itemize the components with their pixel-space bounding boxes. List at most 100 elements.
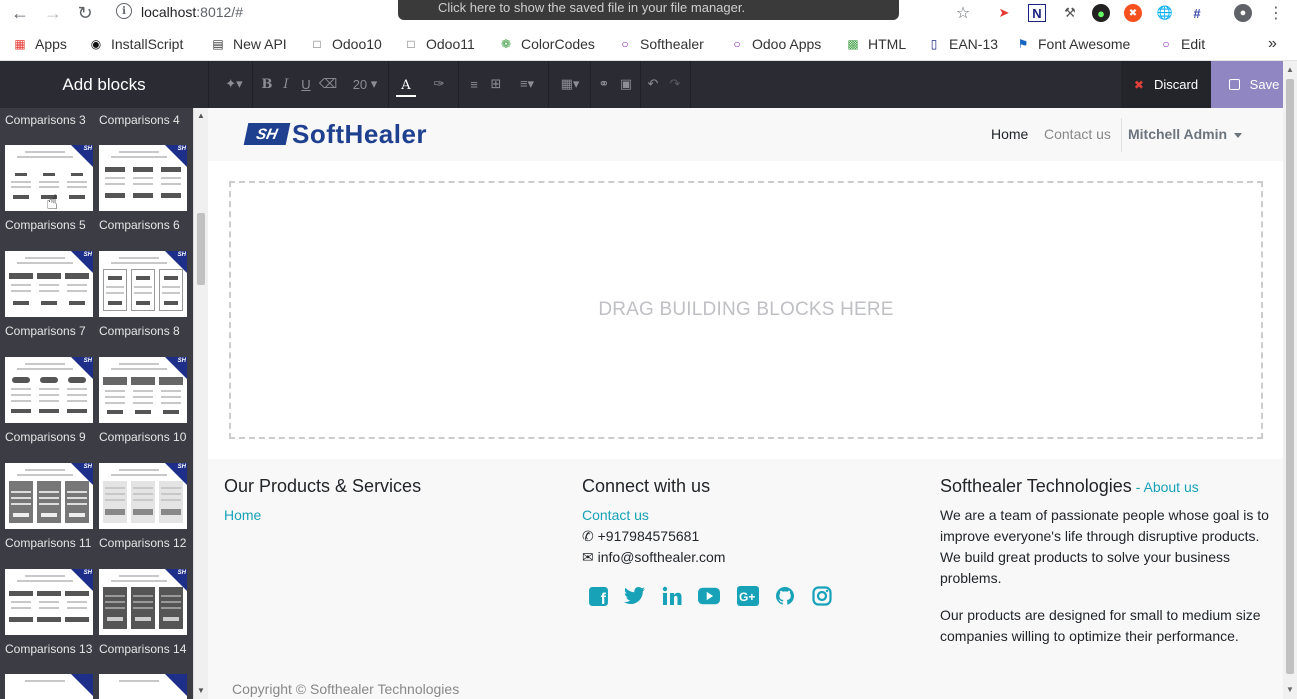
- softhealer-badge: SH: [83, 464, 92, 470]
- block-thumbnail-partial[interactable]: [5, 674, 93, 699]
- nav-divider: [1121, 118, 1122, 152]
- extension-globe-icon[interactable]: 🌐: [1156, 4, 1174, 22]
- eraser-icon[interactable]: ⌫: [319, 75, 337, 93]
- nav-home-link[interactable]: Home: [991, 126, 1028, 142]
- softhealer-badge: SH: [83, 252, 92, 258]
- softhealer-badge: SH: [177, 570, 186, 576]
- block-thumbnail-comparisons-7[interactable]: SH: [5, 251, 93, 317]
- bookmark-softhealer[interactable]: ○ Softhealer: [617, 35, 703, 53]
- footer-about-text-2: Our products are designed for small to m…: [940, 607, 1261, 644]
- highlight-brush-icon[interactable]: ✑: [430, 75, 448, 93]
- footer-email[interactable]: ✉ info@softhealer.com: [582, 547, 725, 568]
- bookmark-installscript[interactable]: ◉ InstallScript: [88, 35, 184, 53]
- image-icon[interactable]: ▣: [618, 75, 634, 93]
- footer-contact-link[interactable]: Contact us: [582, 505, 649, 526]
- facebook-icon[interactable]: f: [587, 585, 609, 607]
- align-icon[interactable]: ≡▾: [512, 75, 542, 93]
- footer-connect-title: Connect with us: [582, 476, 711, 496]
- bookmark-odoo10[interactable]: □ Odoo10: [309, 35, 381, 53]
- page-scrollbar[interactable]: ▲ ▼: [1283, 61, 1297, 699]
- underline-icon[interactable]: U: [299, 75, 313, 93]
- bullet-list-icon[interactable]: ≡: [466, 75, 482, 93]
- redo-icon[interactable]: ↷: [667, 75, 683, 93]
- sidebar-title: Add blocks: [62, 74, 146, 94]
- block-thumbnail-comparisons-6[interactable]: SH: [99, 145, 187, 211]
- extension-x-icon[interactable]: ✖: [1124, 4, 1142, 22]
- api-icon: ▤: [212, 37, 224, 51]
- bookmark-odoo-apps[interactable]: ○ Odoo Apps: [729, 35, 821, 53]
- sidebar-scrollbar[interactable]: ▲ ▼: [193, 108, 208, 699]
- bookmark-font-awesome[interactable]: ⚑ Font Awesome: [1015, 35, 1131, 53]
- site-footer: Our Products & Services Home Connect wit…: [208, 459, 1283, 699]
- block-thumbnail-comparisons-12[interactable]: SH: [99, 463, 187, 529]
- profile-avatar-icon[interactable]: ●: [1234, 4, 1252, 22]
- discard-button[interactable]: ✖ Discard: [1121, 61, 1211, 108]
- bookmark-star-icon[interactable]: ☆: [954, 4, 972, 22]
- save-disk-icon: [1228, 79, 1240, 90]
- back-arrow-icon[interactable]: ←: [8, 2, 32, 24]
- bookmark-html[interactable]: ▩ HTML: [845, 35, 906, 53]
- download-toast[interactable]: Click here to show the saved file in you…: [398, 0, 899, 20]
- bookmark-edit[interactable]: ○ Edit: [1158, 35, 1205, 53]
- scrollbar-thumb[interactable]: [1286, 79, 1294, 674]
- more-bookmarks-icon[interactable]: »: [1268, 35, 1277, 53]
- drop-zone[interactable]: DRAG BUILDING BLOCKS HERE: [229, 181, 1263, 439]
- extension-grid-icon[interactable]: #: [1188, 4, 1206, 22]
- footer-about-link[interactable]: About us: [1143, 479, 1198, 495]
- toolbar-divider: [388, 61, 389, 108]
- instagram-icon[interactable]: [811, 585, 833, 607]
- nav-contact-link[interactable]: Contact us: [1044, 126, 1111, 142]
- table-icon[interactable]: ▦▾: [556, 75, 584, 93]
- block-thumbnail-comparisons-8[interactable]: SH: [99, 251, 187, 317]
- block-thumbnail-comparisons-14[interactable]: SH: [99, 569, 187, 635]
- bold-icon[interactable]: B: [260, 75, 274, 93]
- site-info-icon[interactable]: i: [116, 3, 132, 19]
- github-icon[interactable]: [774, 585, 796, 607]
- google-plus-icon[interactable]: G+: [737, 585, 759, 607]
- block-thumbnail-partial[interactable]: [99, 674, 187, 699]
- bookmark-odoo11[interactable]: □ Odoo11: [403, 35, 474, 53]
- scroll-down-arrow-icon[interactable]: ▼: [1286, 685, 1294, 694]
- scroll-up-arrow-icon[interactable]: ▲: [197, 111, 205, 120]
- block-thumbnail-comparisons-10[interactable]: SH: [99, 357, 187, 423]
- extension-tools-icon[interactable]: ⚒: [1061, 4, 1079, 22]
- html-icon: ▩: [847, 37, 859, 51]
- footer-home-link[interactable]: Home: [224, 505, 261, 526]
- undo-icon[interactable]: ↶: [645, 75, 661, 93]
- block-thumbnail-comparisons-11[interactable]: SH: [5, 463, 93, 529]
- softhealer-logo[interactable]: SH SoftHealer: [243, 119, 427, 149]
- extension-icon[interactable]: ➤: [995, 4, 1013, 22]
- block-label: Comparisons 5: [5, 218, 86, 232]
- forward-arrow-icon[interactable]: →: [41, 2, 65, 24]
- italic-icon[interactable]: I: [280, 75, 292, 93]
- address-bar[interactable]: localhost:8012/#: [141, 4, 243, 20]
- extension-gauge-icon[interactable]: ●: [1092, 4, 1110, 22]
- font-color-icon[interactable]: A: [396, 75, 416, 97]
- bookmark-new-api[interactable]: ▤ New API: [210, 35, 286, 53]
- bookmark-ean13[interactable]: ▯ EAN-13: [926, 35, 998, 53]
- scroll-up-arrow-icon[interactable]: ▲: [1286, 65, 1294, 74]
- github-icon: ◉: [90, 37, 102, 51]
- block-thumbnail-comparisons-9[interactable]: SH: [5, 357, 93, 423]
- link-icon[interactable]: ⚭: [596, 75, 612, 93]
- user-menu-dropdown[interactable]: Mitchell Admin: [1128, 126, 1243, 142]
- scrollbar-thumb[interactable]: [197, 213, 205, 285]
- blocks-sidebar: Comparisons 3 Comparisons 4 SH SH Compar…: [0, 108, 208, 699]
- close-icon: ✖: [1133, 77, 1144, 92]
- twitter-icon[interactable]: [624, 585, 646, 607]
- extension-n-icon[interactable]: N: [1028, 4, 1046, 22]
- youtube-icon[interactable]: [698, 585, 720, 607]
- linkedin-icon[interactable]: [661, 585, 683, 607]
- bookmark-colorcodes[interactable]: ❁ ColorCodes: [498, 35, 595, 53]
- font-size-select[interactable]: 20 ▾: [349, 75, 381, 93]
- magic-wand-icon[interactable]: ✦▾: [222, 75, 246, 93]
- block-thumbnail-comparisons-13[interactable]: SH: [5, 569, 93, 635]
- numbered-list-icon[interactable]: ⊞: [488, 75, 504, 93]
- block-label: Comparisons 6: [99, 218, 180, 232]
- svg-text:f: f: [600, 590, 606, 606]
- flag-icon: ⚑: [1017, 37, 1029, 51]
- reload-icon[interactable]: ↻: [73, 2, 97, 24]
- bookmark-apps[interactable]: ▦ Apps: [12, 35, 67, 53]
- browser-menu-icon[interactable]: ⋮: [1267, 4, 1285, 22]
- scroll-down-arrow-icon[interactable]: ▼: [197, 686, 205, 695]
